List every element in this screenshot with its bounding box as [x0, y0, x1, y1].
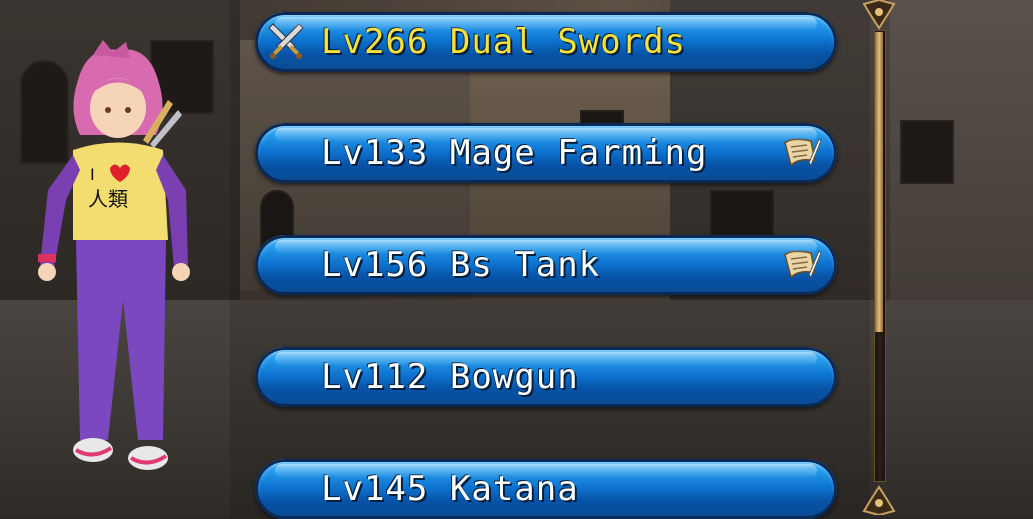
job-name: Bowgun: [449, 357, 579, 397]
job-level: Lv133: [321, 133, 429, 173]
dual-swords-icon: [268, 23, 304, 59]
job-button-katana[interactable]: Lv145 Katana: [255, 459, 837, 519]
building-far-right: [890, 0, 1033, 330]
job-label: Lv133 Mage Farming: [321, 133, 707, 173]
list-scrollbar[interactable]: [858, 0, 898, 517]
job-button-bowgun[interactable]: Lv112 Bowgun: [255, 347, 837, 407]
job-label: Lv145 Katana: [321, 469, 579, 509]
scrollbar-top-ornament: [862, 0, 896, 30]
job-button-bs-tank[interactable]: Lv156 Bs Tank: [255, 235, 837, 295]
job-level: Lv156: [321, 245, 429, 285]
scrollbar-thumb[interactable]: [875, 32, 883, 332]
job-level: Lv112: [321, 357, 429, 397]
job-name: Mage Farming: [449, 133, 708, 173]
job-name: Dual Swords: [449, 22, 687, 62]
pants: [76, 240, 166, 440]
shirt-text-kanji: 人類: [88, 187, 128, 211]
window: [900, 120, 954, 184]
scroll-quill-icon: [784, 250, 822, 279]
job-level: Lv266: [321, 22, 429, 62]
job-button-mage-farming[interactable]: Lv133 Mage Farming: [255, 123, 837, 183]
job-label: Lv266 Dual Swords: [321, 22, 686, 62]
job-label: Lv156 Bs Tank: [321, 245, 600, 285]
job-name: Katana: [449, 469, 579, 509]
shirt-text: I: [90, 165, 95, 184]
scrollbar-bottom-ornament: [862, 485, 896, 515]
job-level: Lv145: [321, 469, 429, 509]
job-name: Bs Tank: [449, 245, 601, 285]
job-button-dual-swords[interactable]: Lv266 Dual Swords: [255, 12, 837, 72]
player-character: I 人類: [38, 40, 190, 470]
job-label: Lv112 Bowgun: [321, 357, 579, 397]
job-list: Lv266 Dual Swords Lv133 Mage Farming Lv1…: [255, 0, 840, 519]
scroll-quill-icon: [784, 138, 822, 167]
